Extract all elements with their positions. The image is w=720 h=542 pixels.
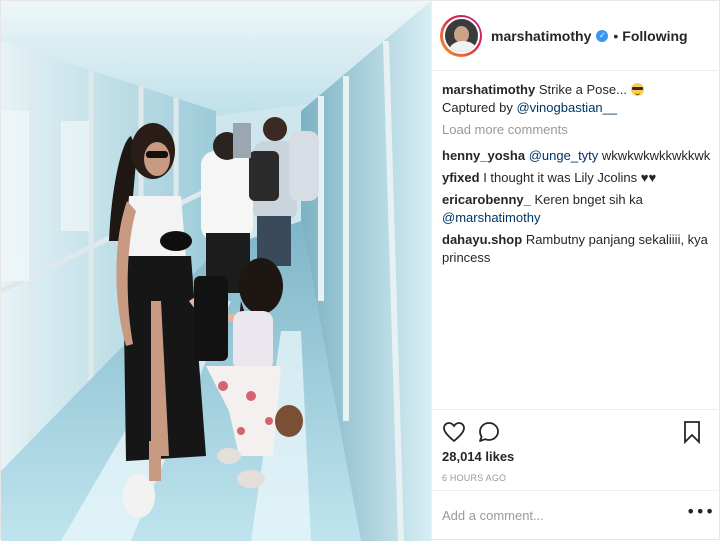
likes-count[interactable]: 28,014 likes [442,449,514,464]
sunglasses-emoji-icon [630,83,644,96]
comment-item: ericarobenny_ Keren bnget sih ka @marsha… [442,191,714,227]
comment-item: yfixed I thought it was Lily Jcolins ♥♥ [442,169,714,187]
post-header: marshatimothy ✓ • Following [432,1,720,71]
comment-username[interactable]: dahayu.shop [442,232,522,247]
avatar-image [442,17,480,54]
comment-bubble-icon[interactable] [477,420,501,444]
heart-icon[interactable] [442,420,466,444]
caption-credit-prefix: Captured by [442,100,513,115]
bookmark-icon[interactable] [680,420,704,445]
following-button[interactable]: Following [622,28,687,44]
header-username[interactable]: marshatimothy [491,28,591,44]
add-comment-bar: ••• [432,490,720,542]
post-timestamp[interactable]: 6 HOURS AGO [442,473,506,483]
instagram-post-card: marshatimothy ✓ • Following marshatimoth… [0,0,720,541]
comment-text: Keren bnget sih ka [534,192,643,207]
load-more-comments-link[interactable]: Load more comments [442,121,714,139]
comment-mention[interactable]: @unge_tyty [529,148,599,163]
post-photo[interactable] [1,1,431,541]
comment-mention[interactable]: @marshatimothy [442,210,540,225]
comment-item: dahayu.shop Rambutny panjang sekaliiii, … [442,231,714,267]
more-options-icon[interactable]: ••• [686,504,714,523]
comment-username[interactable]: henny_yosha [442,148,525,163]
comment-username[interactable]: yfixed [442,170,480,185]
add-comment-input[interactable] [442,505,672,525]
verified-badge-icon: ✓ [596,29,609,42]
post-details-panel: marshatimothy ✓ • Following marshatimoth… [431,1,720,541]
caption: marshatimothy Strike a Pose... Captured … [442,81,714,117]
comments-section: marshatimothy Strike a Pose... Captured … [442,81,714,271]
caption-text: Strike a Pose... [538,82,627,97]
avatar[interactable] [440,14,482,57]
post-actions: 28,014 likes 6 HOURS AGO ••• [432,409,720,541]
comment-text: I thought it was Lily Jcolins ♥♥ [483,170,657,185]
caption-username[interactable]: marshatimothy [442,82,535,97]
caption-credit-mention[interactable]: @vinogbastian__ [516,100,617,115]
comment-text: wkwkwkwkkwkkwk [601,148,711,163]
separator-dot: • [613,27,619,44]
comment-item: henny_yosha @unge_tyty wkwkwkwkkwkkwk [442,147,714,165]
comment-username[interactable]: ericarobenny_ [442,192,531,207]
